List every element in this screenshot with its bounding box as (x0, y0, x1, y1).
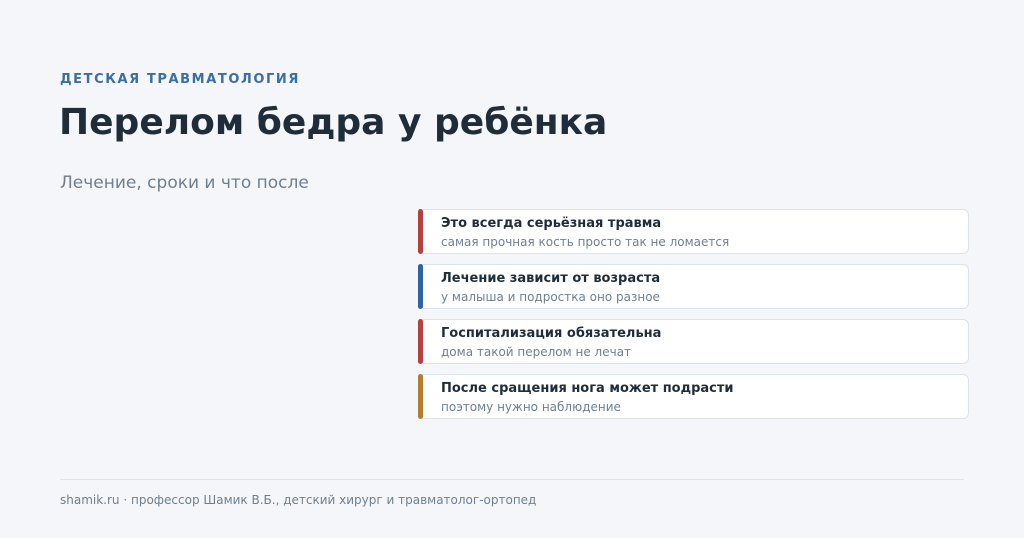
key-point-title: Лечение зависит от возраста (441, 271, 661, 286)
page-title: Перелом бедра у ребёнка (59, 102, 608, 143)
key-points-list: Это всегда серьёзная травма самая прочна… (418, 209, 969, 429)
key-point-subtitle: самая прочная кость просто так не ломает… (441, 235, 730, 249)
key-point-subtitle: у малыша и подростка оно разное (441, 290, 660, 304)
key-point-card: Это всегда серьёзная травма самая прочна… (418, 209, 969, 254)
accent-bar (418, 319, 423, 364)
footer-divider (60, 479, 964, 480)
category-label: ДЕТСКАЯ ТРАВМАТОЛОГИЯ (60, 72, 300, 87)
page-subtitle: Лечение, сроки и что после (60, 173, 309, 193)
accent-bar (418, 209, 423, 254)
key-point-title: Это всегда серьёзная травма (441, 216, 662, 231)
key-point-subtitle: дома такой перелом не лечат (441, 345, 632, 359)
footer-credit: shamik.ru · профессор Шамик В.Б., детски… (60, 493, 537, 507)
key-point-card: Госпитализация обязательна дома такой пе… (418, 319, 969, 364)
key-point-card: Лечение зависит от возраста у малыша и п… (418, 264, 969, 309)
key-point-title: Госпитализация обязательна (441, 326, 662, 341)
key-point-title: После сращения нога может подрасти (441, 381, 734, 396)
accent-bar (418, 264, 423, 309)
accent-bar (418, 374, 423, 419)
key-point-subtitle: поэтому нужно наблюдение (441, 400, 621, 414)
key-point-card: После сращения нога может подрасти поэто… (418, 374, 969, 419)
